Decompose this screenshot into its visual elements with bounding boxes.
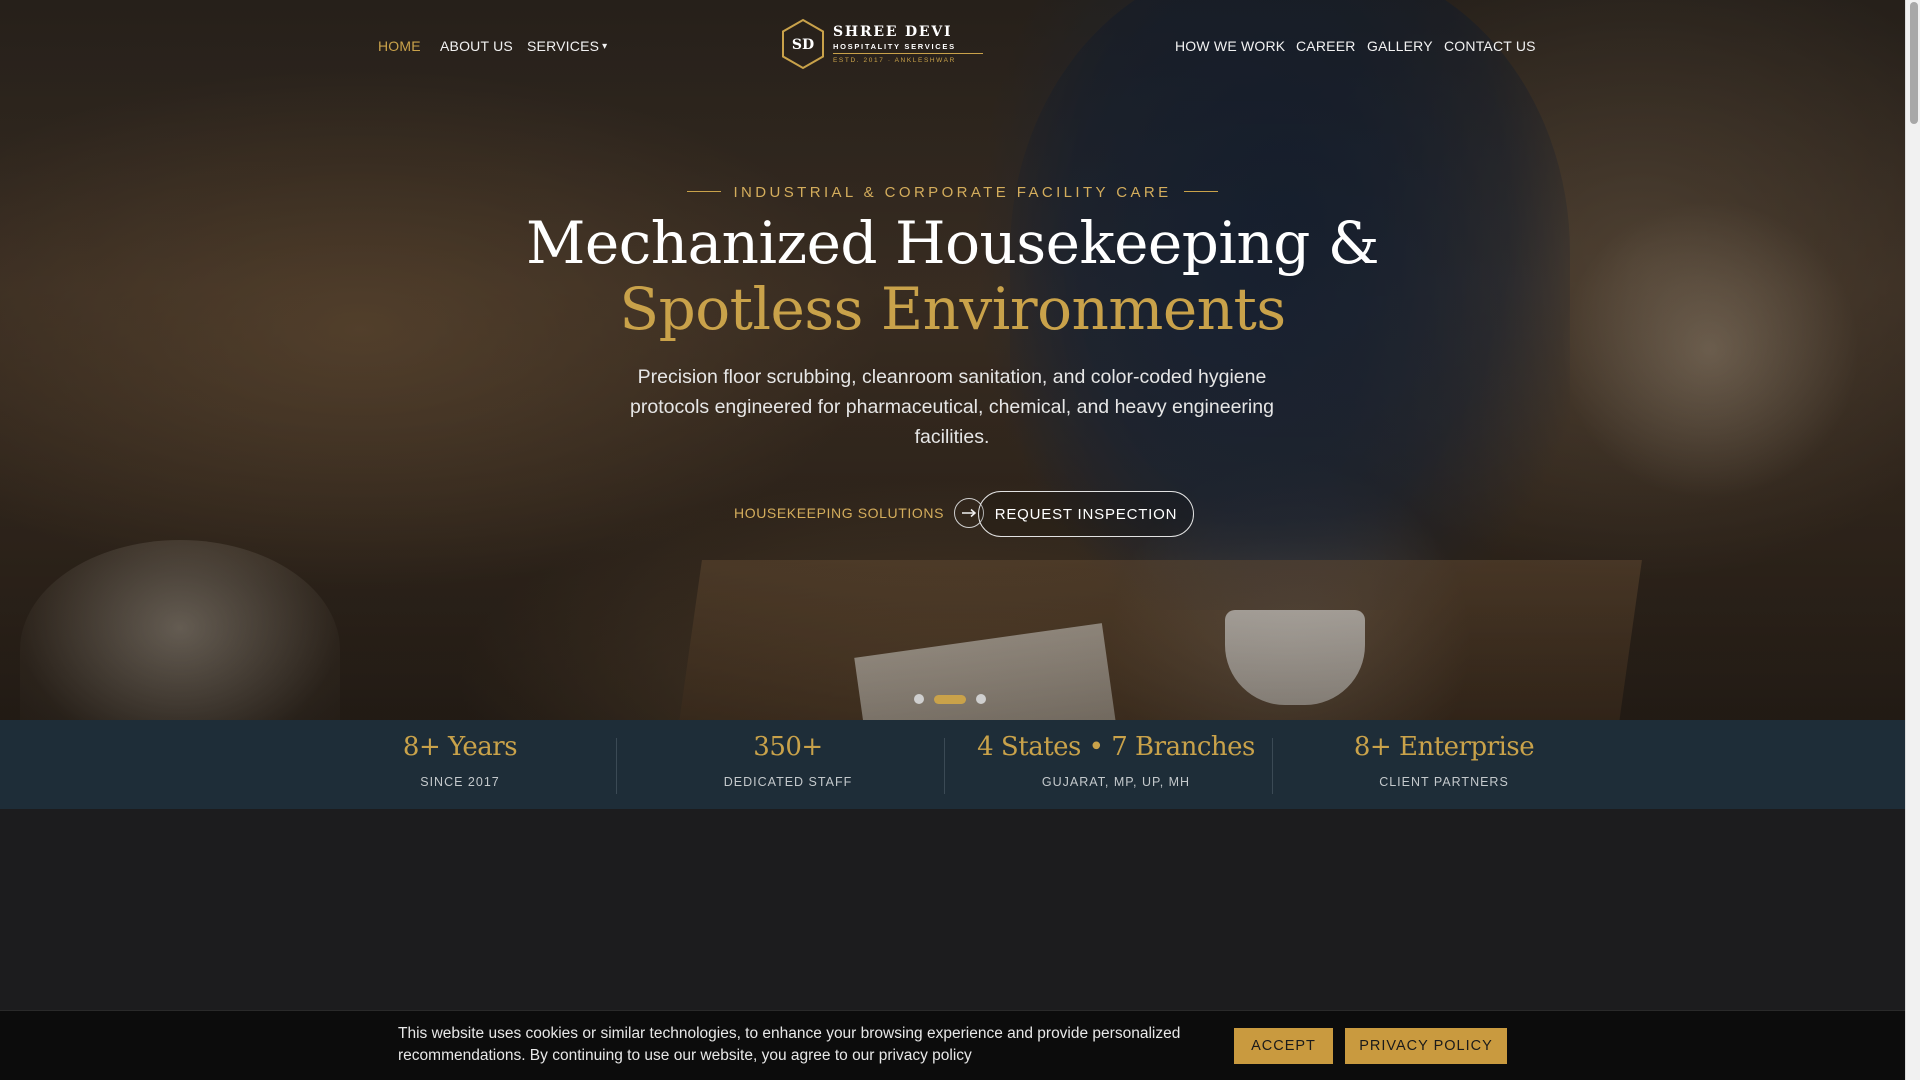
stat-years-label: SINCE 2017 (420, 775, 500, 789)
hero-headline: Mechanized Housekeeping & Spotless Envir… (0, 210, 1905, 342)
stat-branches-label: GUJARAT, MP, UP, MH (1041, 775, 1191, 789)
housekeeping-solutions-label: HOUSEKEEPING SOLUTIONS (734, 505, 945, 521)
stat-staff-label: DEDICATED STAFF (723, 775, 853, 789)
nav-career[interactable]: CAREER (1296, 38, 1356, 54)
logo-initials: SD (792, 37, 814, 53)
carousel-dot-2[interactable] (934, 694, 966, 704)
site-logo[interactable]: SD SHREE DEVI HOSPITALITY SERVICES ESTD.… (780, 18, 990, 72)
nav-how-we-work[interactable]: HOW WE WORK (1175, 38, 1285, 54)
logo-badge-icon: SD (782, 18, 824, 70)
arrow-right-glyph (962, 508, 977, 518)
stat-branches-value: 4 States • 7 Branches (977, 732, 1255, 762)
cookie-consent-bar: This website uses cookies or similar tec… (0, 1010, 1905, 1080)
nav-about-us[interactable]: ABOUT US (440, 38, 513, 54)
carousel-dot-1[interactable] (914, 694, 924, 704)
hero-headline-line1: Mechanized Housekeeping & (526, 209, 1379, 277)
accept-cookies-button[interactable]: ACCEPT (1234, 1028, 1333, 1064)
scrollbar-thumb[interactable] (1910, 2, 1918, 124)
stat-divider (616, 738, 617, 794)
page: HOME ABOUT US SERVICES ▾ SD SHREE DEVI HO… (0, 0, 1920, 1080)
request-inspection-button[interactable]: REQUEST INSPECTION (978, 491, 1194, 537)
hero-eyebrow: INDUSTRIAL & CORPORATE FACILITY CARE (0, 184, 1905, 201)
hero-description: Precision floor scrubbing, cleanroom san… (630, 366, 1274, 448)
eyebrow-line-left (687, 191, 722, 192)
stat-clients-label: CLIENT PARTNERS (1379, 775, 1509, 789)
hero-headline-line2: Spotless Environments (619, 275, 1286, 343)
stat-divider (944, 738, 945, 794)
stat-clients-value: 8+ Enterprise (1353, 732, 1535, 762)
stat-clients: 8+ Enterprise CLIENT PARTNERS (1280, 720, 1608, 809)
chevron-down-icon: ▾ (602, 41, 608, 52)
hero-overlay (0, 0, 1905, 720)
privacy-policy-button[interactable]: PRIVACY POLICY (1345, 1028, 1507, 1064)
nav-contact-us[interactable]: CONTACT US (1444, 38, 1536, 54)
stat-years: 8+ Years SINCE 2017 (296, 720, 624, 809)
stat-staff-value: 350+ (753, 732, 823, 762)
eyebrow-line-right (1183, 191, 1218, 192)
nav-home[interactable]: HOME (378, 38, 421, 54)
page-scrollbar[interactable] (1905, 0, 1920, 1080)
logo-name: SHREE DEVI (833, 24, 953, 40)
carousel-pagination (914, 694, 986, 704)
logo-established: ESTD. 2017 · ANKLESHWAR (833, 57, 956, 64)
content-section-placeholder (0, 809, 1905, 1010)
stat-years-value: 8+ Years (402, 732, 518, 762)
nav-gallery[interactable]: GALLERY (1367, 38, 1433, 54)
stat-branches: 4 States • 7 Branches GUJARAT, MP, UP, M… (952, 720, 1280, 809)
nav-services[interactable]: SERVICES ▾ (527, 38, 607, 54)
carousel-dot-3[interactable] (976, 694, 986, 704)
nav-services-label: SERVICES (527, 38, 600, 54)
stat-divider (1272, 738, 1273, 794)
logo-subtitle: HOSPITALITY SERVICES (833, 42, 956, 51)
housekeeping-solutions-link[interactable]: HOUSEKEEPING SOLUTIONS (734, 496, 985, 530)
stat-staff: 350+ DEDICATED STAFF (624, 720, 952, 809)
logo-divider (833, 53, 983, 54)
hero-section: HOME ABOUT US SERVICES ▾ SD SHREE DEVI HO… (0, 0, 1905, 720)
stats-bar: 8+ Years SINCE 2017 350+ DEDICATED STAFF… (0, 720, 1905, 809)
cookie-message: This website uses cookies or similar tec… (398, 1025, 1181, 1064)
hero-eyebrow-text: INDUSTRIAL & CORPORATE FACILITY CARE (733, 184, 1172, 201)
